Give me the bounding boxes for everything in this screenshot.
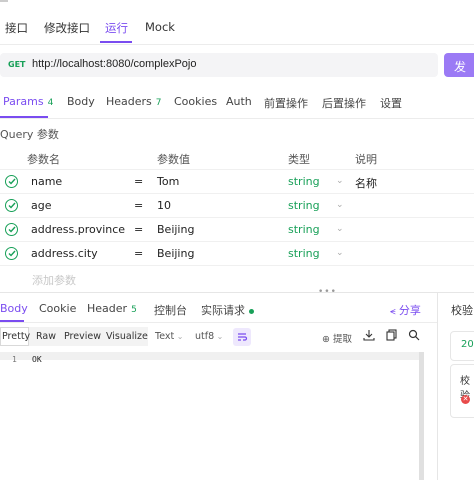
top-scroll-indicator bbox=[0, 0, 8, 2]
tab-cookies[interactable]: Cookies bbox=[174, 95, 217, 108]
extract-button[interactable]: ⊕ 提取 bbox=[322, 331, 352, 345]
param-name[interactable]: age bbox=[31, 199, 52, 212]
line-number: 1 bbox=[12, 355, 17, 364]
param-type[interactable]: string bbox=[288, 247, 320, 260]
param-name[interactable]: address.city bbox=[31, 247, 98, 260]
share-label: 分享 bbox=[398, 304, 421, 317]
equals-sign: = bbox=[134, 247, 144, 260]
chevron-down-icon: ⌄ bbox=[174, 332, 184, 341]
tab-params[interactable]: Params 4 bbox=[3, 95, 53, 108]
vertical-divider[interactable] bbox=[437, 292, 438, 480]
tab-actual-request[interactable]: 实际请求 bbox=[201, 302, 254, 318]
tab-run[interactable]: 运行 bbox=[105, 20, 128, 36]
chevron-down-icon[interactable]: ⌄ bbox=[336, 200, 344, 210]
chevron-down-icon: ⌄ bbox=[214, 332, 224, 341]
extract-icon: ⊕ bbox=[322, 334, 333, 345]
editor-header-strip bbox=[0, 352, 424, 360]
response-editor[interactable] bbox=[0, 350, 424, 480]
add-param-input[interactable]: 添加参数 bbox=[32, 272, 76, 288]
param-type[interactable]: string bbox=[288, 199, 320, 212]
status-code: 200 bbox=[461, 339, 474, 350]
param-tabs-divider bbox=[0, 118, 474, 119]
param-name[interactable]: address.province bbox=[31, 223, 125, 236]
url-input[interactable]: http://localhost:8080/complexPojo bbox=[32, 58, 197, 70]
view-visualize-button[interactable]: Visualize bbox=[106, 331, 148, 342]
equals-sign: = bbox=[134, 223, 144, 236]
response-header-count: 5 bbox=[131, 305, 137, 315]
tab-pre-actions[interactable]: 前置操作 bbox=[264, 95, 308, 111]
checkbox-checked-icon[interactable] bbox=[5, 223, 18, 236]
wrap-lines-icon[interactable] bbox=[233, 328, 251, 346]
tab-auth[interactable]: Auth bbox=[226, 95, 252, 108]
equals-sign: = bbox=[134, 175, 144, 188]
panel-divider bbox=[0, 292, 474, 293]
equals-sign: = bbox=[134, 199, 144, 212]
editor-scrollbar[interactable] bbox=[419, 352, 424, 480]
right-panel-title: 校验 bbox=[451, 304, 473, 317]
params-tab-underline bbox=[0, 116, 48, 118]
tab-console[interactable]: 控制台 bbox=[154, 302, 187, 318]
error-icon: ✕ bbox=[461, 395, 470, 404]
response-tabs-divider bbox=[0, 322, 437, 323]
encoding-select[interactable]: utf8 ⌄ bbox=[195, 331, 223, 342]
col-header-desc: 说明 bbox=[355, 153, 377, 166]
http-method[interactable]: GET bbox=[8, 60, 26, 69]
checkbox-checked-icon[interactable] bbox=[5, 199, 18, 212]
tab-headers-label: Headers bbox=[106, 95, 152, 108]
extract-label: 提取 bbox=[332, 334, 352, 345]
tab-mock[interactable]: Mock bbox=[145, 20, 175, 34]
tab-post-actions[interactable]: 后置操作 bbox=[322, 95, 366, 111]
col-header-value: 参数值 bbox=[157, 153, 190, 166]
checkbox-checked-icon[interactable] bbox=[5, 247, 18, 260]
param-type[interactable]: string bbox=[288, 175, 320, 188]
param-value[interactable]: Beijing bbox=[157, 223, 194, 236]
tab-headers[interactable]: Headers 7 bbox=[106, 95, 162, 108]
params-count: 4 bbox=[47, 98, 54, 108]
tab-edit-interface[interactable]: 修改接口 bbox=[44, 20, 90, 36]
param-type[interactable]: string bbox=[288, 223, 320, 236]
view-pretty-label: Pretty bbox=[2, 331, 31, 342]
share-icon: ⪪ bbox=[390, 306, 399, 317]
encoding-value: utf8 bbox=[195, 331, 215, 342]
chevron-down-icon[interactable]: ⌄ bbox=[336, 176, 344, 186]
tab-response-body[interactable]: Body bbox=[0, 302, 28, 315]
tab-settings[interactable]: 设置 bbox=[380, 95, 402, 111]
col-header-name: 参数名 bbox=[27, 153, 60, 166]
chevron-down-icon[interactable]: ⌄ bbox=[336, 224, 344, 234]
row-divider bbox=[0, 265, 474, 267]
query-params-label: Query 参数 bbox=[0, 128, 59, 141]
format-value: Text bbox=[155, 331, 175, 342]
share-button[interactable]: ⪪ 分享 bbox=[390, 302, 421, 318]
tab-interface[interactable]: 接口 bbox=[5, 20, 28, 36]
copy-icon[interactable] bbox=[386, 329, 398, 344]
view-raw-button[interactable]: Raw bbox=[36, 331, 56, 342]
format-select[interactable]: Text ⌄ bbox=[155, 331, 183, 342]
table-row bbox=[0, 169, 474, 194]
download-icon[interactable] bbox=[363, 329, 375, 344]
send-label: 发送 bbox=[454, 60, 471, 91]
tab-body[interactable]: Body bbox=[67, 95, 95, 108]
param-value[interactable]: Tom bbox=[157, 175, 179, 188]
table-row bbox=[0, 193, 474, 218]
tab-response-cookie[interactable]: Cookie bbox=[39, 302, 76, 315]
chevron-down-icon[interactable]: ⌄ bbox=[336, 248, 344, 258]
param-name[interactable]: name bbox=[31, 175, 62, 188]
tab-actual-request-label: 实际请求 bbox=[201, 304, 245, 317]
search-icon[interactable] bbox=[408, 329, 420, 344]
status-dot bbox=[249, 308, 254, 314]
tab-params-label: Params bbox=[3, 95, 44, 108]
headers-count: 7 bbox=[155, 98, 162, 108]
param-value[interactable]: 10 bbox=[157, 199, 171, 212]
tab-response-header[interactable]: Header 5 bbox=[87, 302, 137, 315]
param-value[interactable]: Beijing bbox=[157, 247, 194, 260]
checkbox-checked-icon[interactable] bbox=[5, 175, 18, 188]
param-desc[interactable]: 名称 bbox=[355, 175, 377, 191]
col-header-type: 类型 bbox=[288, 153, 310, 166]
active-tab-underline bbox=[100, 41, 132, 43]
tab-response-header-label: Header bbox=[87, 302, 128, 315]
response-body-text[interactable]: OK bbox=[32, 355, 42, 364]
send-button[interactable]: 发送 bbox=[444, 53, 474, 91]
view-preview-button[interactable]: Preview bbox=[64, 331, 101, 342]
